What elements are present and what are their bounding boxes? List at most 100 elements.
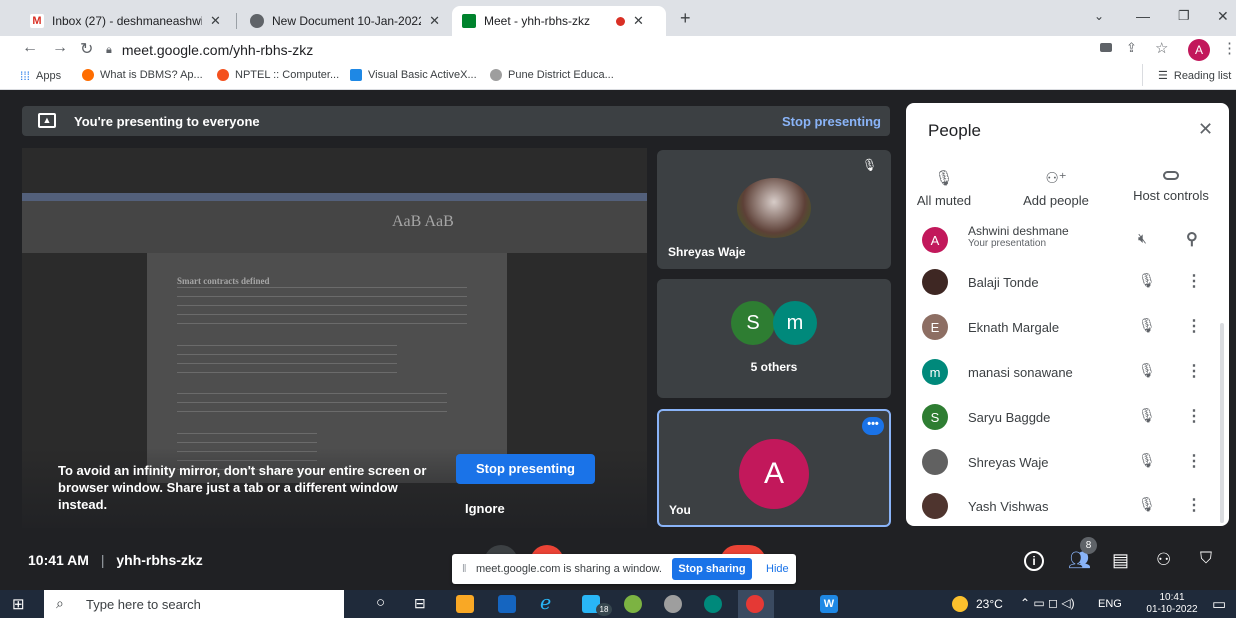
edge-icon[interactable] bbox=[704, 595, 722, 613]
taskbar-search[interactable]: ⌕ Type here to search bbox=[44, 590, 344, 618]
close-panel-icon[interactable]: ✕ bbox=[1198, 119, 1213, 140]
store-icon[interactable] bbox=[498, 595, 516, 613]
meeting-code: yhh-rbhs-zkz bbox=[116, 552, 203, 568]
windows-start-icon[interactable]: ⊞ bbox=[12, 595, 25, 613]
more-vert-icon[interactable]: ⋮ bbox=[1186, 495, 1202, 515]
tab-search-icon[interactable]: ⌄ bbox=[1094, 9, 1104, 23]
mic-off-icon: 🎙︎ bbox=[1138, 452, 1156, 468]
share-icon[interactable]: ⇪ bbox=[1126, 40, 1137, 56]
bookmark-apps[interactable]: ⁞⁞⁞ Apps bbox=[20, 69, 61, 83]
scrollbar[interactable] bbox=[1220, 323, 1224, 523]
stop-presenting-button[interactable]: Stop presenting bbox=[456, 454, 595, 484]
camera-icon[interactable] bbox=[1100, 43, 1112, 52]
app-icon[interactable] bbox=[624, 595, 642, 613]
back-icon[interactable]: ← bbox=[22, 39, 38, 57]
participant-count-badge: 8 bbox=[1080, 537, 1097, 554]
bookmark-dbms[interactable]: What is DBMS? Ap... bbox=[82, 69, 203, 81]
presenting-text: You're presenting to everyone bbox=[74, 114, 260, 129]
host-controls-icon[interactable]: ⛉ bbox=[1200, 550, 1212, 568]
temperature: 23°C bbox=[976, 597, 1003, 611]
activities-icon[interactable]: ⚇ bbox=[1156, 550, 1171, 570]
participant-row[interactable]: S Saryu Baggde 🎙︎ ⋮ bbox=[922, 397, 1212, 437]
more-vert-icon[interactable]: ⋮ bbox=[1186, 316, 1202, 336]
chrome-icon[interactable] bbox=[746, 595, 764, 613]
infinity-mirror-warning: To avoid an infinity mirror, don't share… bbox=[58, 463, 427, 512]
ignore-button[interactable]: Ignore bbox=[465, 501, 505, 516]
more-options-icon[interactable]: ••• bbox=[862, 417, 884, 435]
drag-handle-icon[interactable]: ‖ bbox=[462, 563, 467, 575]
participant-row[interactable]: E Eknath Margale 🎙︎ ⋮ bbox=[922, 307, 1212, 347]
reload-icon[interactable]: ↻ bbox=[80, 39, 93, 59]
tab-gmail[interactable]: M Inbox (27) - deshmaneashwini89 ✕ bbox=[20, 6, 232, 36]
reading-list[interactable]: ☰ Reading list bbox=[1158, 69, 1231, 83]
info-icon[interactable]: i bbox=[1024, 551, 1044, 571]
tab-document[interactable]: New Document 10-Jan-2022 10- ✕ bbox=[240, 6, 450, 36]
weather-icon bbox=[952, 596, 968, 612]
participant-row[interactable]: Shreyas Waje 🎙︎ ⋮ bbox=[922, 442, 1212, 482]
bookmark-pune[interactable]: Pune District Educa... bbox=[490, 69, 614, 81]
pin-icon[interactable]: ⚲ bbox=[1186, 229, 1198, 249]
file-explorer-icon[interactable] bbox=[456, 595, 474, 613]
minimize-icon[interactable]: — bbox=[1136, 8, 1150, 24]
chat-icon[interactable]: ▤ bbox=[1112, 550, 1129, 571]
stop-sharing-button[interactable]: Stop sharing bbox=[672, 558, 752, 580]
more-vert-icon[interactable]: ⋮ bbox=[1186, 361, 1202, 381]
profile-avatar[interactable]: A bbox=[1188, 39, 1210, 61]
star-icon[interactable]: ☆ bbox=[1155, 39, 1168, 57]
bookmark-vb[interactable]: Visual Basic ActiveX... bbox=[350, 69, 477, 81]
mic-off-icon: 🎙︎ bbox=[1138, 496, 1156, 512]
gmail-icon: M bbox=[30, 14, 44, 28]
sharing-notification: ‖ meet.google.com is sharing a window. S… bbox=[452, 554, 796, 584]
word-icon[interactable]: W bbox=[820, 595, 838, 613]
participant-name: Ashwini deshmane bbox=[968, 224, 1069, 238]
app-icon[interactable] bbox=[664, 595, 682, 613]
tray-icons[interactable]: ⌃ ▭ ◻ ◁) bbox=[1020, 596, 1075, 610]
mic-off-icon: 🎙︎ bbox=[1138, 362, 1156, 378]
menu-icon[interactable]: ⋮ bbox=[1222, 39, 1236, 57]
hide-button[interactable]: Hide bbox=[766, 563, 789, 575]
close-icon[interactable]: ✕ bbox=[633, 13, 644, 29]
add-people-action[interactable]: ⚇⁺ Add people bbox=[1016, 169, 1096, 208]
cortana-icon[interactable]: ○ bbox=[376, 594, 385, 611]
edge-legacy-icon[interactable]: ℯ bbox=[540, 592, 551, 615]
bookmark-nptel[interactable]: NPTEL :: Computer... bbox=[217, 69, 339, 81]
window-close-icon[interactable]: ✕ bbox=[1217, 8, 1229, 25]
close-icon[interactable]: ✕ bbox=[429, 13, 440, 29]
windows-taskbar: ⊞ ⌕ Type here to search ○ ⊟ ℯ 18 W 23°C … bbox=[0, 590, 1236, 618]
stop-presenting-link[interactable]: Stop presenting bbox=[782, 114, 881, 129]
participant-tile-you[interactable]: ••• A You bbox=[657, 409, 891, 527]
more-vert-icon[interactable]: ⋮ bbox=[1186, 451, 1202, 471]
apps-grid-icon: ⁞⁞⁞ bbox=[20, 69, 31, 83]
participant-tile-shreyas[interactable]: 🎙︎ Shreyas Waje bbox=[657, 150, 891, 269]
avatar bbox=[922, 269, 948, 295]
participant-row[interactable]: Balaji Tonde 🎙︎ ⋮ bbox=[922, 262, 1212, 302]
tab-meet[interactable]: Meet - yhh-rbhs-zkz ✕ bbox=[452, 6, 666, 36]
people-panel: People ✕ 🎙︎ All muted ⚇⁺ Add people Host… bbox=[906, 103, 1229, 526]
participant-name: manasi sonawane bbox=[968, 365, 1073, 380]
restore-icon[interactable]: ❐ bbox=[1178, 8, 1190, 24]
tab-title: New Document 10-Jan-2022 10- bbox=[272, 14, 422, 28]
new-tab-button[interactable]: + bbox=[680, 8, 691, 29]
taskbar-clock[interactable]: 10:41 01-10-2022 bbox=[1142, 592, 1202, 616]
participant-row[interactable]: m manasi sonawane 🎙︎ ⋮ bbox=[922, 352, 1212, 392]
avatar-s: S bbox=[731, 301, 775, 345]
task-view-icon[interactable]: ⊟ bbox=[414, 595, 426, 612]
more-vert-icon[interactable]: ⋮ bbox=[1186, 271, 1202, 291]
host-controls-action[interactable]: Host controls bbox=[1128, 169, 1214, 203]
stop-presentation-icon[interactable]: 🔇︎ bbox=[1138, 230, 1147, 247]
all-muted-action[interactable]: 🎙︎ All muted bbox=[914, 169, 974, 208]
close-icon[interactable]: ✕ bbox=[210, 13, 221, 29]
tab-title: Meet - yhh-rbhs-zkz bbox=[484, 14, 591, 28]
forward-icon[interactable]: → bbox=[52, 39, 68, 57]
site-icon bbox=[490, 69, 502, 81]
participant-row[interactable]: A Ashwini deshmane Your presentation 🔇︎ … bbox=[922, 220, 1212, 260]
mail-badge: 18 bbox=[596, 603, 612, 616]
notifications-icon[interactable]: ▭ bbox=[1212, 595, 1226, 613]
participant-tile-others[interactable]: S m 5 others bbox=[657, 279, 891, 398]
url-field[interactable]: 🔒︎ meet.google.com/yhh-rbhs-zkz bbox=[106, 39, 1066, 61]
avatar: m bbox=[922, 359, 948, 385]
participant-row[interactable]: Yash Vishwas 🎙︎ ⋮ bbox=[922, 486, 1212, 526]
language-indicator[interactable]: ENG bbox=[1098, 598, 1122, 610]
more-vert-icon[interactable]: ⋮ bbox=[1186, 406, 1202, 426]
presenting-banner: ▲ You're presenting to everyone Stop pre… bbox=[22, 106, 890, 136]
